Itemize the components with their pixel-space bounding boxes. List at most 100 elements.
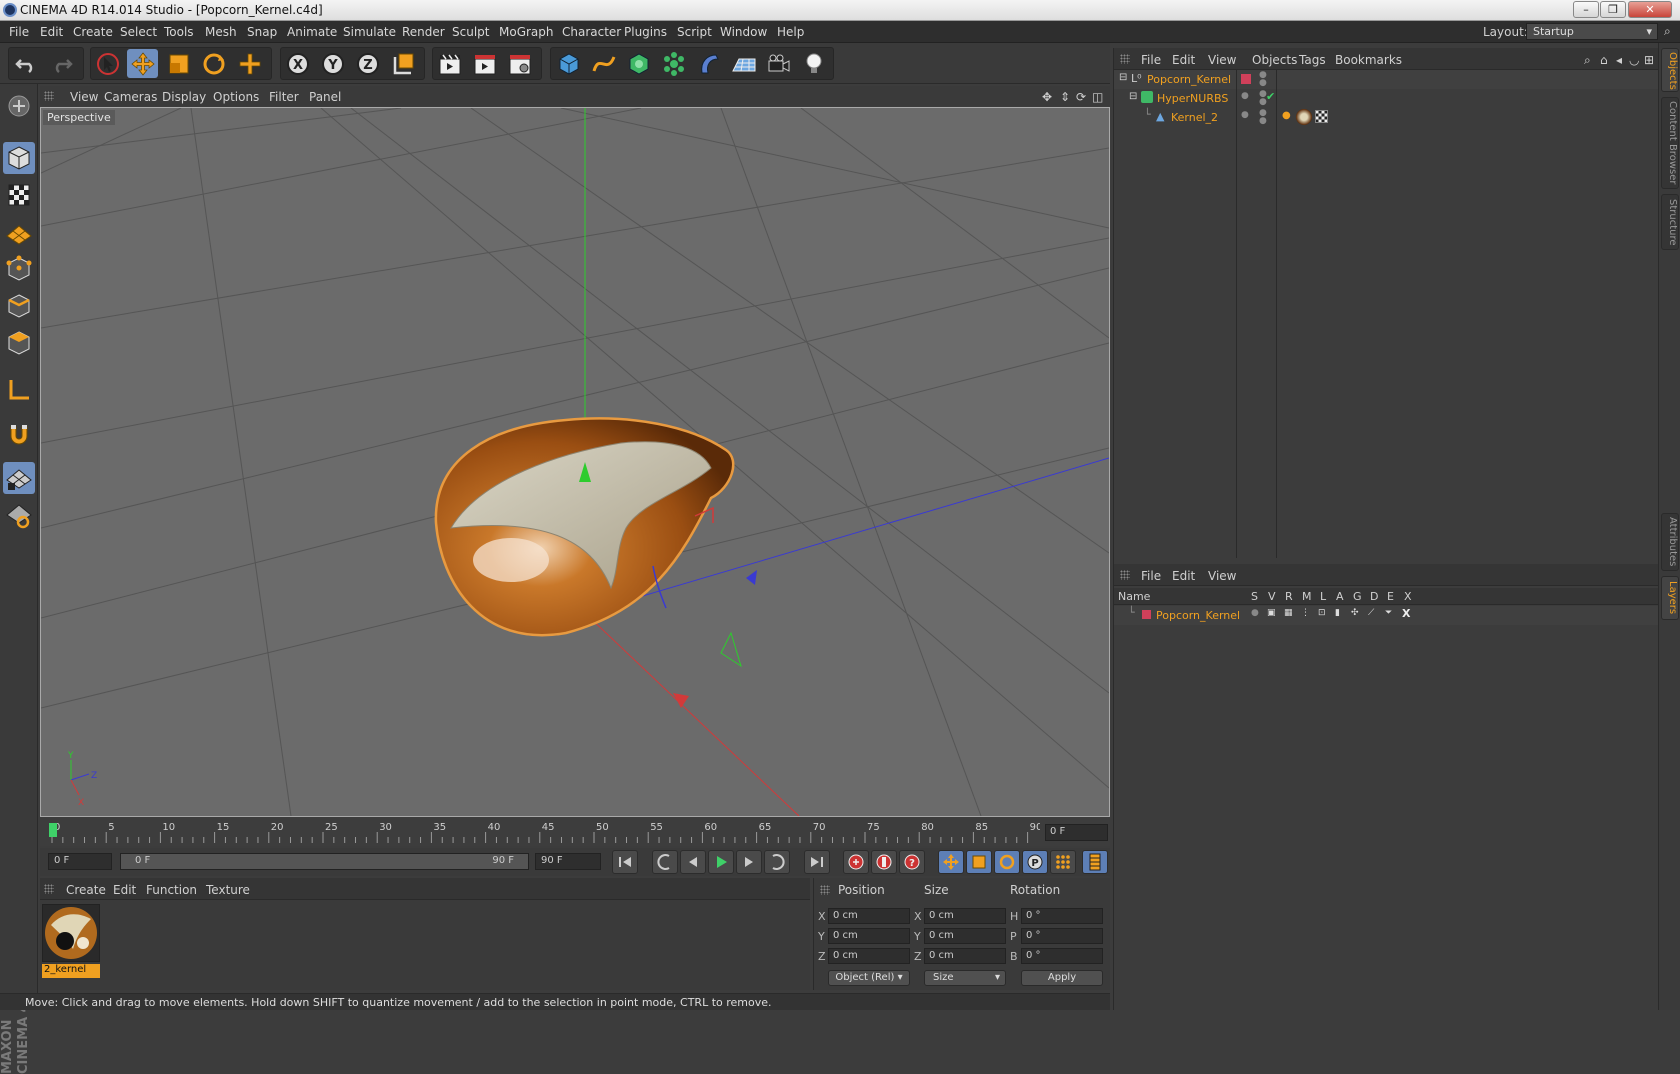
layer-row-popcorn-kernel[interactable]: └ Popcorn_Kernel ● ▣ ▦ ⋮ ⊡ ▮ ✣ ⟋ ⏷ X — [1114, 606, 1659, 625]
preview-range-slider[interactable]: 0 F 90 F — [120, 853, 529, 870]
redo-button[interactable] — [46, 49, 77, 78]
object-name[interactable]: Popcorn_Kernel — [1147, 73, 1231, 86]
menu-tools[interactable]: Tools — [164, 25, 194, 39]
eye-icon[interactable]: ◡ — [1629, 53, 1639, 67]
edge-mode-button[interactable] — [3, 290, 35, 322]
next-frame-button[interactable] — [736, 850, 762, 874]
current-frame-field[interactable]: 0 F — [1045, 824, 1108, 841]
material-menu-function[interactable]: Function — [146, 883, 197, 897]
current-frame-marker[interactable] — [49, 823, 57, 837]
workplane-mode-button[interactable] — [3, 216, 35, 248]
snap-button[interactable] — [3, 419, 35, 451]
uvw-tag-icon[interactable] — [1315, 110, 1328, 123]
rotate-view-icon[interactable]: ⟳ — [1076, 90, 1086, 104]
tab-attributes[interactable]: Attributes — [1661, 513, 1679, 571]
live-selection-button[interactable] — [92, 49, 123, 78]
material-name[interactable]: 2_kernel — [42, 964, 100, 978]
material-menu-edit[interactable]: Edit — [113, 883, 136, 897]
add-mograph-button[interactable] — [658, 49, 689, 78]
menu-render[interactable]: Render — [402, 25, 445, 39]
record-position-button[interactable] — [938, 850, 964, 874]
previous-keyframe-button[interactable] — [652, 850, 678, 874]
add-camera-button[interactable] — [763, 49, 794, 78]
material-menu-texture[interactable]: Texture — [206, 883, 250, 897]
menu-file[interactable]: File — [9, 25, 29, 39]
planar-workplane-button[interactable] — [3, 499, 35, 531]
menu-sculpt[interactable]: Sculpt — [452, 25, 489, 39]
layer-menu-view[interactable]: View — [1208, 569, 1236, 583]
layer-menu-edit[interactable]: Edit — [1172, 569, 1195, 583]
menu-select[interactable]: Select — [120, 25, 157, 39]
material-thumbnail[interactable] — [42, 904, 100, 962]
previous-frame-button[interactable] — [680, 850, 706, 874]
add-light-button[interactable] — [798, 49, 829, 78]
rotation-h-field[interactable]: 0 ° — [1021, 908, 1103, 924]
rotate-tool-button[interactable] — [198, 49, 229, 78]
viewport-menu-display[interactable]: Display — [162, 90, 206, 104]
search-icon[interactable]: ⌕ — [1664, 24, 1671, 39]
coordinate-mode-dropdown[interactable]: Object (Rel) ▾ — [828, 970, 910, 986]
render-settings-button[interactable] — [504, 49, 535, 78]
object-menu-edit[interactable]: Edit — [1172, 53, 1195, 67]
generators-toggle-icon[interactable]: ✣ — [1351, 608, 1359, 618]
keyframe-selection-button[interactable]: ? — [899, 850, 925, 874]
rotation-b-field[interactable]: 0 ° — [1021, 948, 1103, 964]
size-y-field[interactable]: 0 cm — [924, 928, 1006, 944]
xref-toggle-icon[interactable]: X — [1402, 607, 1410, 620]
object-name[interactable]: HyperNURBS — [1157, 92, 1228, 105]
record-scale-button[interactable] — [966, 850, 992, 874]
tab-objects[interactable]: Objects — [1661, 48, 1679, 92]
solo-toggle-icon[interactable]: ● — [1251, 608, 1259, 618]
make-editable-button[interactable] — [3, 90, 35, 122]
autokeying-button[interactable] — [871, 850, 897, 874]
go-to-end-button[interactable] — [804, 850, 830, 874]
add-spline-button[interactable] — [588, 49, 619, 78]
object-menu-objects[interactable]: Objects — [1252, 53, 1297, 67]
collapse-icon[interactable]: ⊟ — [1119, 72, 1127, 83]
menu-snap[interactable]: Snap — [247, 25, 277, 39]
animation-toggle-icon[interactable]: ▮ — [1335, 608, 1340, 618]
model-mode-button[interactable] — [3, 142, 35, 174]
size-mode-dropdown[interactable]: Size ▾ — [924, 970, 1006, 986]
close-button[interactable]: ✕ — [1628, 1, 1672, 18]
material-menu-create[interactable]: Create — [66, 883, 106, 897]
lock-toggle-icon[interactable]: ⊡ — [1318, 608, 1326, 618]
record-rotation-button[interactable] — [994, 850, 1020, 874]
object-row-hypernurbs[interactable]: ⊟ HyperNURBS ● ● ● ✔ — [1114, 89, 1659, 108]
object-menu-view[interactable]: View — [1208, 53, 1236, 67]
size-z-field[interactable]: 0 cm — [924, 948, 1006, 964]
menu-help[interactable]: Help — [777, 25, 804, 39]
phong-tag-icon[interactable]: ● — [1282, 110, 1291, 121]
viewport-menu-view[interactable]: View — [70, 90, 98, 104]
texture-mode-button[interactable] — [3, 179, 35, 211]
toggle-layout-icon[interactable]: ◫ — [1092, 90, 1103, 104]
next-keyframe-button[interactable] — [764, 850, 790, 874]
new-view-icon[interactable]: ⊞ — [1644, 53, 1654, 67]
viewport-menu-panel[interactable]: Panel — [309, 90, 341, 104]
position-x-field[interactable]: 0 cm — [828, 908, 910, 924]
layer-menu-file[interactable]: File — [1141, 569, 1161, 583]
zoom-view-icon[interactable]: ⇕ — [1060, 90, 1070, 104]
back-icon[interactable]: ◂ — [1616, 53, 1622, 67]
manager-toggle-icon[interactable]: ⋮ — [1301, 608, 1310, 618]
start-frame-field[interactable]: 0 F — [48, 853, 112, 870]
expressions-toggle-icon[interactable]: ⏷ — [1385, 608, 1392, 618]
layer-name[interactable]: Popcorn_Kernel — [1156, 609, 1240, 622]
render-toggle-icon[interactable]: ▦ — [1284, 608, 1293, 618]
tab-structure[interactable]: Structure — [1661, 194, 1679, 250]
undo-button[interactable] — [10, 49, 41, 78]
end-frame-field[interactable]: 90 F — [535, 853, 601, 870]
menu-window[interactable]: Window — [720, 25, 767, 39]
pan-view-icon[interactable]: ✥ — [1042, 90, 1052, 104]
object-row-popcorn-kernel[interactable]: ⊟ L⁰ Popcorn_Kernel ● ● — [1114, 70, 1659, 89]
search-icon[interactable]: ⌕ — [1584, 53, 1591, 68]
scale-tool-button[interactable] — [163, 49, 194, 78]
enabled-check-icon[interactable]: ✔ — [1266, 90, 1275, 103]
z-axis-lock-button[interactable]: Z — [352, 49, 383, 78]
menu-plugins[interactable]: Plugins — [624, 25, 667, 39]
record-keys-button[interactable] — [843, 850, 869, 874]
object-menu-file[interactable]: File — [1141, 53, 1161, 67]
viewport-menu-filter[interactable]: Filter — [269, 90, 299, 104]
timeline-ruler[interactable]: 0 5 10 15 20 25 30 35 40 45 50 55 60 65 70 75 80 85 90 — [40, 820, 1110, 846]
menu-mograph[interactable]: MoGraph — [499, 25, 554, 39]
